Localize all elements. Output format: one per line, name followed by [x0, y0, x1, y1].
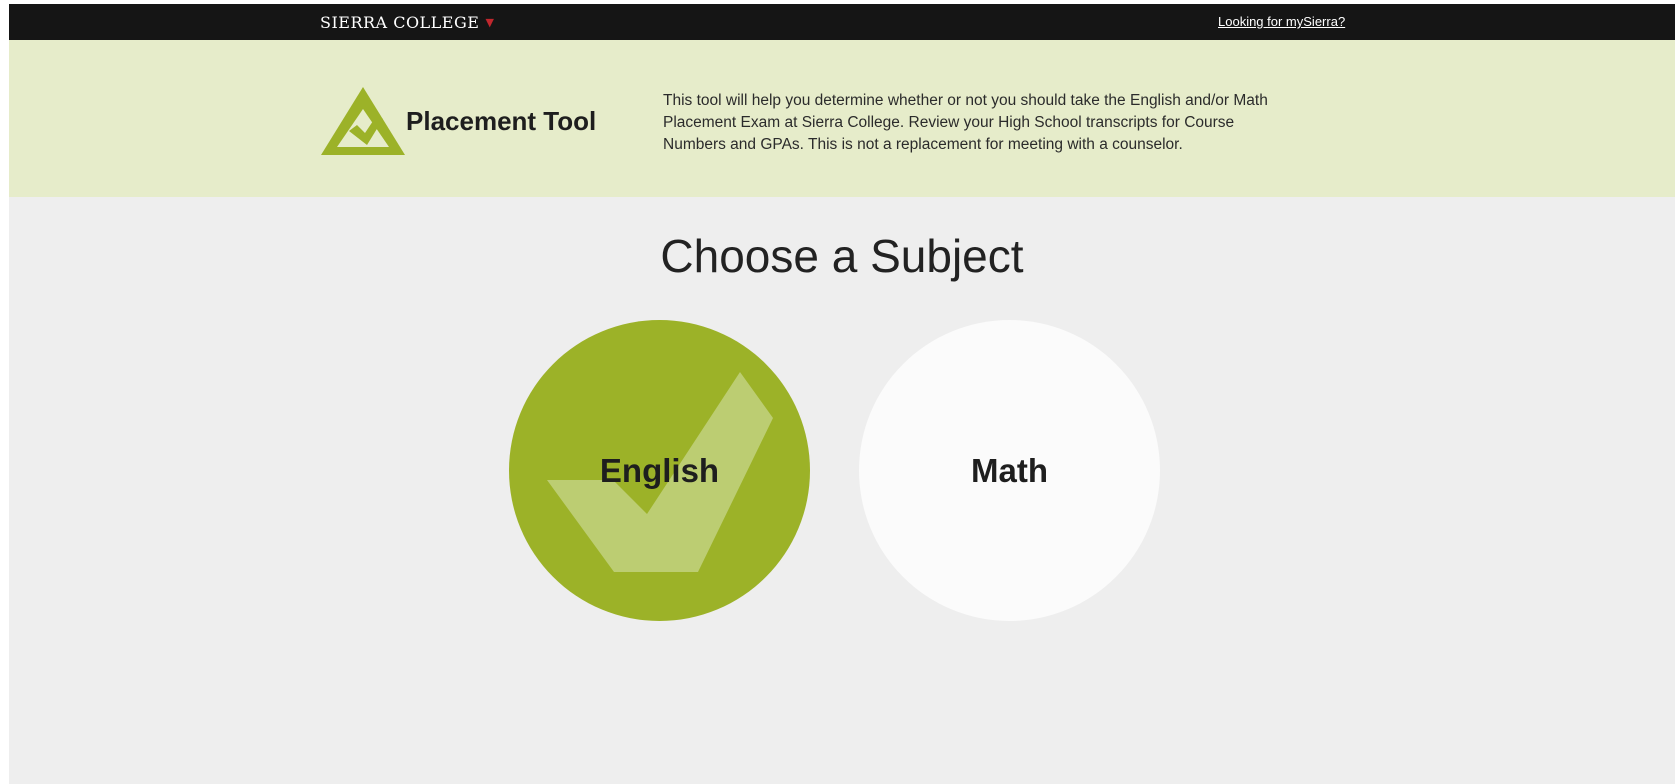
subject-label: Math — [971, 451, 1048, 489]
subject-label: English — [599, 451, 720, 489]
math-subject-button[interactable]: Math — [859, 320, 1160, 621]
intro-text: This tool will help you determine whethe… — [663, 90, 1313, 156]
brand-logo-text: SIERRA COLLEGE — [320, 13, 480, 32]
dropdown-caret-icon: ▼ — [485, 16, 495, 29]
english-subject-button[interactable]: English — [509, 320, 810, 621]
intro-line: This tool will help you determine whethe… — [663, 92, 1268, 109]
page-frame: SIERRA COLLEGE ▼ Looking for mySierra? P… — [9, 4, 1675, 784]
header-banner: Placement Tool This tool will help you d… — [9, 40, 1675, 197]
placement-triangle-logo-icon — [321, 87, 405, 155]
intro-line: Placement Exam at Sierra College. Review… — [663, 114, 1235, 131]
top-bar: SIERRA COLLEGE ▼ Looking for mySierra? — [9, 4, 1675, 40]
page-heading: Choose a Subject — [660, 230, 1024, 282]
sierra-college-menu[interactable]: SIERRA COLLEGE ▼ — [320, 13, 494, 32]
tool-title: Placement Tool — [406, 106, 597, 136]
intro-line: Numbers and GPAs. This is not a replacem… — [663, 136, 1183, 153]
mysierra-link[interactable]: Looking for mySierra? — [1218, 14, 1345, 29]
